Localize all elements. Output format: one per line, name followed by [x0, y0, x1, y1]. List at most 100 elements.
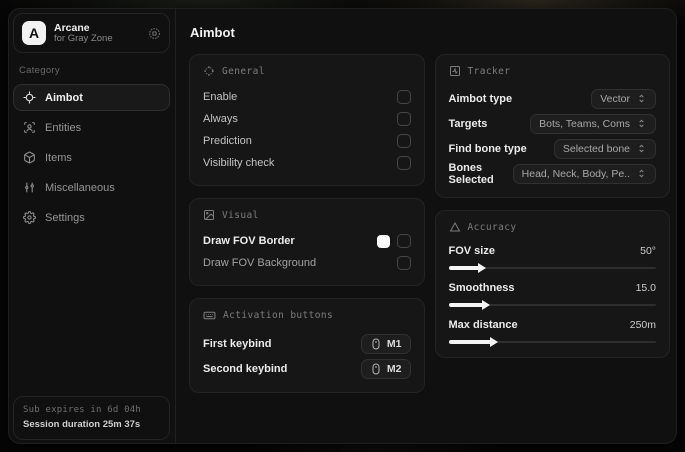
slider-value: 250m: [629, 319, 656, 331]
activity-icon: [449, 65, 461, 77]
sidebar-item-aimbot[interactable]: Aimbot: [13, 84, 170, 111]
section-title: Activation buttons: [223, 310, 334, 321]
brand-card: A Arcane for Gray Zone: [13, 13, 170, 53]
setting-row: Draw FOV Background: [203, 252, 411, 274]
category-label: Category: [19, 65, 60, 76]
setting-label: FOV size: [448, 245, 495, 257]
select-value: Selected bone: [562, 142, 630, 155]
setting-label: Visibility check: [203, 157, 275, 169]
crosshair-dashed-icon: [203, 65, 215, 77]
second-keybind-button[interactable]: M2: [360, 358, 411, 379]
sidebar-item-label: Items: [45, 151, 72, 164]
setting-row: Draw FOV Border: [203, 230, 411, 252]
smoothness-slider[interactable]: [448, 299, 656, 310]
draw-fov-border-checkbox[interactable]: [396, 234, 411, 248]
section-title: Visual: [222, 209, 259, 221]
page-title: Aimbot: [190, 25, 235, 40]
slider-thumb[interactable]: [477, 262, 486, 273]
setting-label: Prediction: [203, 135, 252, 147]
select-value: Vector: [600, 92, 630, 105]
always-checkbox[interactable]: [396, 112, 411, 126]
slider-fill: [448, 339, 493, 344]
subscription-info: Sub expires in 6d 04h Session duration 2…: [13, 396, 170, 440]
find-bone-type-select[interactable]: Selected bone: [553, 138, 656, 159]
visual-card: Visual Draw FOV Border Draw FOV Backgrou…: [189, 198, 425, 286]
max-distance-group: Max distance 250m: [448, 316, 656, 347]
crosshair-icon: [23, 91, 36, 104]
setting-label: Second keybind: [203, 362, 288, 375]
setting-row: First keybind M1: [203, 331, 411, 356]
setting-label: Draw FOV Border: [203, 235, 295, 247]
setting-label: Aimbot type: [448, 92, 513, 105]
tracker-card: Tracker Aimbot type Vector Targets Bots,…: [434, 54, 670, 198]
accuracy-card: Accuracy FOV size 50° Smoothness 15.0 Ma…: [434, 210, 670, 358]
entities-icon: [23, 121, 36, 134]
setting-label: Max distance: [448, 319, 518, 331]
section-title: Accuracy: [467, 221, 517, 233]
visibility-check-checkbox[interactable]: [396, 156, 411, 170]
triangle-icon: [449, 221, 461, 233]
section-title: General: [222, 65, 265, 77]
slider-fill: [448, 302, 484, 307]
setting-label: Always: [203, 113, 238, 125]
targets-select[interactable]: Bots, Teams, Coms: [530, 113, 656, 134]
sidebar-item-entities[interactable]: Entities: [13, 114, 170, 141]
setting-label: Find bone type: [448, 142, 527, 155]
setting-row: Visibility check: [203, 152, 411, 174]
sidebar-item-label: Settings: [45, 211, 85, 224]
keybind-value: M2: [386, 362, 402, 375]
enable-checkbox[interactable]: [396, 90, 411, 104]
setting-row: Prediction: [203, 130, 411, 152]
chevrons-up-down-icon: [636, 168, 647, 179]
session-duration-text: Session duration 25m 37s: [23, 419, 141, 430]
sub-expires-text: Sub expires in 6d 04h: [23, 405, 141, 415]
chevrons-up-down-icon: [636, 118, 647, 129]
fov-border-color-swatch[interactable]: [376, 234, 390, 248]
setting-label: Draw FOV Background: [203, 257, 317, 269]
aimbot-type-select[interactable]: Vector: [591, 88, 656, 109]
fov-size-slider[interactable]: [448, 262, 656, 273]
setting-label: Targets: [448, 117, 488, 130]
app-name: Arcane: [54, 21, 90, 34]
draw-fov-background-checkbox[interactable]: [396, 256, 411, 270]
slider-thumb[interactable]: [481, 299, 490, 310]
sidebar-nav: Aimbot Entities Items Miscellaneous Sett…: [13, 84, 170, 231]
section-title: Tracker: [467, 65, 511, 77]
smoothness-group: Smoothness 15.0: [448, 279, 656, 310]
sliders-icon: [23, 181, 36, 194]
keybind-value: M1: [386, 337, 402, 350]
sidebar-item-settings[interactable]: Settings: [13, 204, 170, 231]
setting-row: Second keybind M2: [203, 356, 411, 381]
mouse-icon: [370, 363, 382, 375]
power-icon[interactable]: [148, 27, 161, 40]
image-icon: [203, 209, 215, 221]
setting-row: Targets Bots, Teams, Coms: [448, 111, 656, 136]
setting-row: Aimbot type Vector: [448, 86, 656, 111]
activation-card: Activation buttons First keybind M1 Seco…: [189, 298, 425, 393]
setting-row: Bones Selected Head, Neck, Body, Pe..: [448, 161, 656, 186]
sidebar-item-miscellaneous[interactable]: Miscellaneous: [13, 174, 170, 201]
setting-row: Enable: [203, 86, 411, 108]
sidebar-item-items[interactable]: Items: [13, 144, 170, 171]
slider-thumb[interactable]: [490, 336, 499, 347]
main-panel: Aimbot General Enable Always Prediction …: [176, 9, 676, 443]
sidebar-item-label: Aimbot: [45, 91, 83, 104]
setting-label: First keybind: [203, 337, 272, 350]
setting-row: Always: [203, 108, 411, 130]
gear-icon: [23, 211, 36, 224]
keyboard-icon: [203, 309, 216, 322]
prediction-checkbox[interactable]: [396, 134, 411, 148]
max-distance-slider[interactable]: [448, 336, 656, 347]
app-logo: A: [22, 21, 46, 45]
bones-selected-select[interactable]: Head, Neck, Body, Pe..: [512, 163, 656, 184]
setting-label: Enable: [203, 91, 238, 103]
chevrons-up-down-icon: [636, 143, 647, 154]
first-keybind-button[interactable]: M1: [360, 333, 411, 354]
fov-size-group: FOV size 50°: [448, 242, 656, 273]
app-subtitle: for Gray Zone: [54, 32, 113, 44]
mouse-icon: [370, 338, 382, 350]
chevrons-up-down-icon: [636, 93, 647, 104]
cube-icon: [23, 151, 36, 164]
setting-row: Find bone type Selected bone: [448, 136, 656, 161]
setting-label: Bones Selected: [448, 161, 494, 186]
